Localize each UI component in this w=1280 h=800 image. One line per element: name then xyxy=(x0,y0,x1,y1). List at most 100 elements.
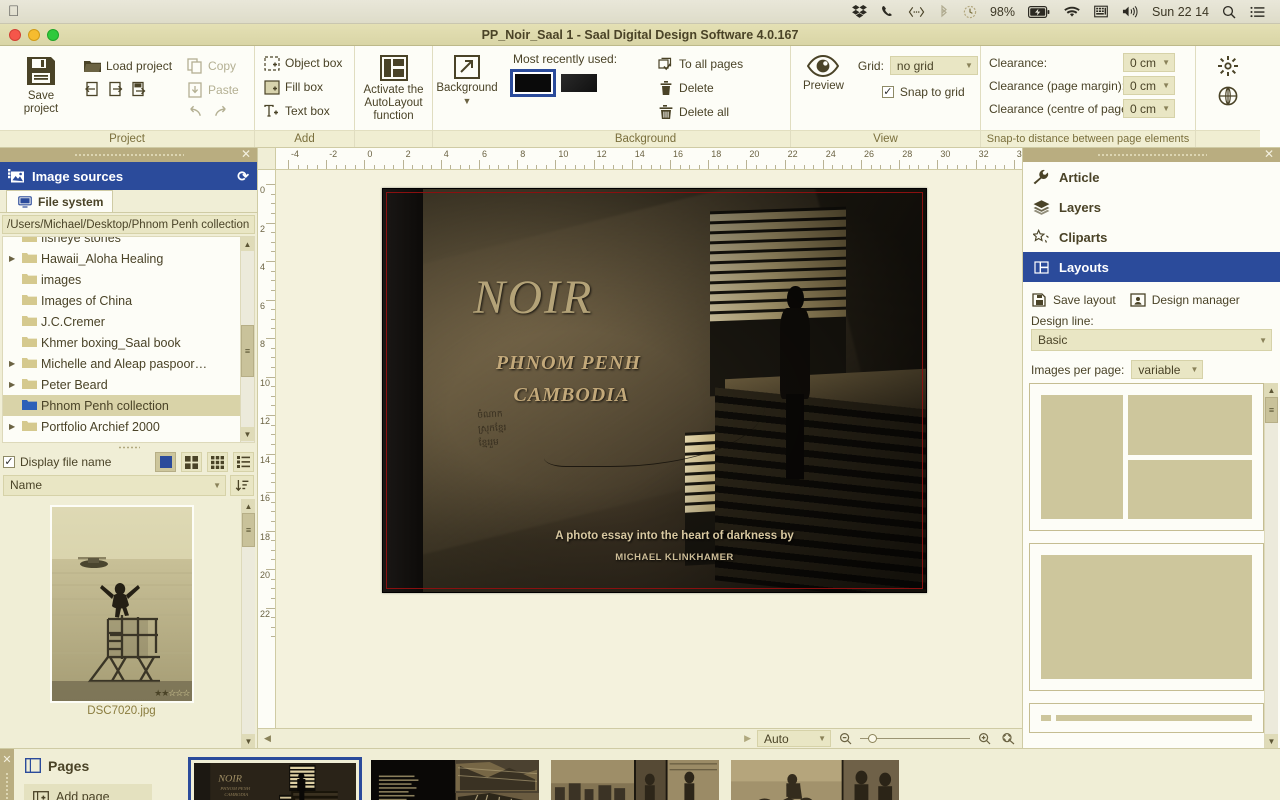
import-project-icon[interactable] xyxy=(84,80,101,97)
layout-template-1[interactable] xyxy=(1029,383,1264,531)
keyboard-input-icon[interactable] xyxy=(1094,5,1108,18)
dropbox-icon[interactable] xyxy=(852,5,867,18)
text-box-button[interactable]: Text box xyxy=(263,99,330,123)
layout-template-2[interactable] xyxy=(1029,543,1264,691)
copy-button[interactable]: Copy xyxy=(186,54,239,78)
zoom-mode-select[interactable]: Auto ▼ xyxy=(757,730,831,747)
path-field[interactable]: /Users/Michael/Desktop/Phnom Penh collec… xyxy=(2,215,255,234)
clearance-centre-select[interactable]: 0 cm ▼ xyxy=(1123,99,1175,118)
tab-file-system[interactable]: File system xyxy=(6,190,114,212)
wifi-icon[interactable] xyxy=(1064,6,1080,18)
thumb-scroll-down-button[interactable]: ▼ xyxy=(242,734,255,748)
right-panel-grip[interactable]: ✕ xyxy=(1023,147,1280,162)
canvas-stage[interactable]: ចំណាក​ស្រុក​ខ្មែរខ្មែរ​​រួម NOIR PHNOM P… xyxy=(276,170,1022,728)
to-all-pages-button[interactable]: To all pages xyxy=(657,52,743,76)
tree-item-jc-cremer[interactable]: J.C.Cremer xyxy=(3,311,254,332)
zoom-fit-icon[interactable] xyxy=(999,730,1016,747)
tree-item-peter-beard[interactable]: ▶ Peter Beard xyxy=(3,374,254,395)
apple-logo-icon[interactable]:  xyxy=(8,4,19,19)
thumbnail-item[interactable]: ★★☆☆☆ DSC7020.jpg xyxy=(2,499,241,748)
code-brackets-icon[interactable] xyxy=(908,6,925,18)
tree-item-fisheye-stories[interactable]: fisheye stories xyxy=(3,237,254,248)
tree-scroll-down-button[interactable]: ▼ xyxy=(241,427,254,441)
cover-photo[interactable]: ចំណាក​ស្រុក​ខ្មែរខ្មែរ​​រួម NOIR PHNOM P… xyxy=(423,189,926,592)
page-cover[interactable]: ចំណាក​ស្រុក​ខ្មែរខ្មែរ​​រួម NOIR PHNOM P… xyxy=(382,188,927,593)
panel-item-layers[interactable]: Layers xyxy=(1023,192,1280,222)
load-project-button[interactable]: Load project xyxy=(84,54,172,78)
refresh-icon[interactable]: ⟳ xyxy=(237,168,249,185)
paste-button[interactable]: Paste xyxy=(186,78,239,102)
tree-scrollbar[interactable]: ▲ ≡ ▼ xyxy=(240,237,254,442)
images-per-page-select[interactable]: variable ▼ xyxy=(1131,360,1204,379)
control-center-icon[interactable] xyxy=(1250,6,1265,18)
undo-icon[interactable] xyxy=(187,103,204,120)
fill-box-button[interactable]: Fill box xyxy=(263,75,323,99)
panel-item-article[interactable]: Article xyxy=(1023,162,1280,192)
background-dropdown-caret-icon[interactable]: ▼ xyxy=(463,96,472,106)
globe-icon[interactable] xyxy=(1218,86,1238,106)
tree-item-images-of-china[interactable]: Images of China xyxy=(3,290,254,311)
tree-item-images[interactable]: images xyxy=(3,269,254,290)
battery-icon[interactable] xyxy=(1028,5,1050,18)
volume-icon[interactable] xyxy=(1122,5,1139,18)
layouts-scroll-thumb[interactable]: ≡ xyxy=(1265,397,1278,423)
background-swatch-1[interactable] xyxy=(510,69,556,97)
redo-icon[interactable] xyxy=(212,103,229,120)
thumb-scroll-thumb[interactable]: ≡ xyxy=(242,513,255,547)
cover-title[interactable]: NOIR xyxy=(473,270,593,325)
object-box-button[interactable]: Object box xyxy=(263,51,342,75)
tree-expand-arrow[interactable]: ▶ xyxy=(9,359,18,368)
folder-tree[interactable]: fisheye stories ▶ Hawaii_Aloha Healing i… xyxy=(2,236,255,443)
panel-item-cliparts[interactable]: Cliparts xyxy=(1023,222,1280,252)
page-thumb-page-1-2[interactable]: Page 1 / 2 xyxy=(368,757,542,800)
close-right-panel-icon[interactable]: ✕ xyxy=(1264,147,1274,161)
grid-select[interactable]: no grid ▼ xyxy=(889,56,978,75)
sort-select[interactable]: Name ▼ xyxy=(3,474,226,496)
clearance-select[interactable]: 0 cm ▼ xyxy=(1123,53,1175,72)
page-thumb-page-3-4[interactable]: Page 3 / 4 xyxy=(548,757,722,800)
sort-direction-button[interactable] xyxy=(230,474,254,496)
view-single-large-button[interactable] xyxy=(155,452,176,472)
page-thumb-acrylic-cover[interactable]: NOIR PHNOM PENH CAMBODIA A photo essay i… xyxy=(188,757,362,800)
layouts-scroll-up-button[interactable]: ▲ xyxy=(1265,383,1278,397)
tree-item-khmer-boxing-saal-book[interactable]: Khmer boxing_Saal book xyxy=(3,332,254,353)
zoom-out-icon[interactable] xyxy=(837,730,854,747)
add-page-button[interactable]: Add page xyxy=(24,784,152,800)
save-layout-button[interactable]: Save layout xyxy=(1031,292,1116,309)
bluetooth-icon[interactable] xyxy=(939,4,949,19)
tree-expand-arrow[interactable]: ▶ xyxy=(9,254,18,263)
delete-all-backgrounds-button[interactable]: Delete all xyxy=(657,100,743,124)
clock-label[interactable]: Sun 22 14 xyxy=(1152,5,1209,19)
thumb-scroll-up-button[interactable]: ▲ xyxy=(242,499,255,513)
view-small-grid-button[interactable] xyxy=(207,452,228,472)
cover-subtitle-1[interactable]: PHNOM PENH xyxy=(496,352,641,375)
zoom-in-icon[interactable] xyxy=(976,730,993,747)
tree-scroll-thumb[interactable]: ≡ xyxy=(241,325,254,377)
thumbnail-image[interactable]: ★★☆☆☆ xyxy=(49,505,194,703)
view-medium-grid-button[interactable] xyxy=(181,452,202,472)
search-icon[interactable] xyxy=(1222,5,1236,19)
zoom-slider-knob[interactable] xyxy=(868,734,877,743)
panel-splitter[interactable] xyxy=(0,443,257,451)
layouts-scroll-down-button[interactable]: ▼ xyxy=(1265,734,1278,748)
tree-item-michelle-and-aleap[interactable]: ▶ Michelle and Aleap paspoor… xyxy=(3,353,254,374)
layouts-scrollbar[interactable]: ▲ ≡ ▼ xyxy=(1264,383,1278,748)
design-manager-button[interactable]: Design manager xyxy=(1130,292,1240,309)
tree-item-hawaii-aloha-healing[interactable]: ▶ Hawaii_Aloha Healing xyxy=(3,248,254,269)
clearance-page-margin-select[interactable]: 0 cm ▼ xyxy=(1123,76,1175,95)
preview-button[interactable]: Preview xyxy=(803,52,844,93)
snap-to-grid-checkbox[interactable]: ✓ xyxy=(881,86,894,98)
ruler-scroll-left-icon[interactable]: ◀ xyxy=(264,733,271,744)
display-file-name-checkbox[interactable]: ✓ xyxy=(3,456,15,468)
left-panel-grip[interactable]: ✕ xyxy=(0,147,257,162)
delete-background-button[interactable]: Delete xyxy=(657,76,743,100)
layout-template-3[interactable] xyxy=(1029,703,1264,733)
cover-essay-line[interactable]: A photo essay into the heart of darkness… xyxy=(423,530,926,542)
view-list-button[interactable] xyxy=(233,452,254,472)
gear-icon[interactable] xyxy=(1218,56,1238,76)
layout-templates-list[interactable]: ▲ ≡ ▼ xyxy=(1029,383,1278,748)
thumbnail-scrollbar[interactable]: ▲ ≡ ▼ xyxy=(241,499,255,748)
zoom-slider[interactable] xyxy=(860,733,970,745)
page-thumb-page-5-6[interactable]: Page 5 / 6 xyxy=(728,757,902,800)
cover-subtitle-2[interactable]: CAMBODIA xyxy=(514,384,630,407)
